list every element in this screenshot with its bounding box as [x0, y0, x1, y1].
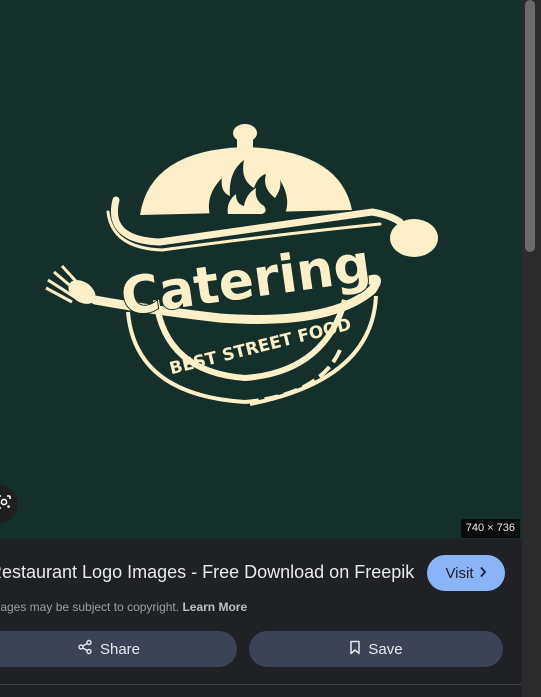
share-label: Share — [99, 640, 141, 658]
chevron-right-icon — [479, 565, 487, 582]
bookmark-icon — [349, 640, 361, 659]
share-icon — [77, 639, 93, 659]
result-title[interactable]: Restaurant Logo Images - Free Download o… — [0, 562, 419, 583]
save-label: Save — [368, 640, 403, 658]
scrollbar-thumb[interactable] — [525, 0, 535, 252]
visit-button[interactable]: Visit — [427, 555, 505, 591]
share-button[interactable]: Share — [0, 631, 237, 667]
preview-image[interactable]: Catering BEST STREET FOOD 740 × 736 — [0, 0, 522, 539]
google-lens-icon — [0, 494, 12, 515]
scrollbar[interactable] — [522, 0, 541, 697]
copyright-text: Images may be subject to copyright. — [0, 600, 180, 614]
visit-label: Visit — [445, 564, 474, 582]
copyright-notice: Images may be subject to copyright. Lear… — [0, 600, 247, 614]
image-dimensions-badge: 740 × 736 — [460, 519, 520, 538]
divider — [0, 684, 522, 685]
image-preview-panel: Catering BEST STREET FOOD 740 × 736 Rest… — [0, 0, 522, 697]
learn-more-link[interactable]: Learn More — [182, 600, 247, 614]
catering-logo: Catering BEST STREET FOOD — [45, 124, 438, 406]
save-button[interactable]: Save — [249, 631, 503, 667]
